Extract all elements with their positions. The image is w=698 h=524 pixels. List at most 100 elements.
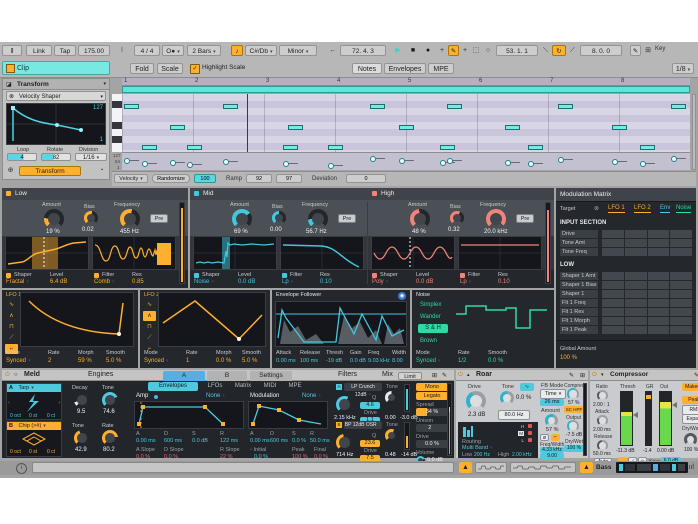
mod-peak[interactable]: 100 % bbox=[292, 454, 308, 460]
matrix-cell[interactable] bbox=[602, 299, 624, 307]
follow-icon[interactable]: ← bbox=[328, 45, 338, 56]
frequency-value[interactable]: 455 Hz bbox=[120, 229, 139, 235]
midi-note[interactable] bbox=[170, 125, 185, 130]
division-value[interactable]: 1/16 bbox=[75, 153, 107, 161]
res-value[interactable]: 0.10 bbox=[498, 279, 510, 285]
fb-amount-knob[interactable] bbox=[545, 414, 558, 427]
out-meter[interactable] bbox=[659, 391, 672, 446]
matrix-cell[interactable] bbox=[670, 248, 692, 256]
bias-knob[interactable] bbox=[272, 211, 286, 225]
midi-note[interactable] bbox=[505, 125, 520, 130]
width-value[interactable]: 8.00 bbox=[392, 358, 403, 364]
subtab-envelopes[interactable]: Envelopes bbox=[148, 382, 198, 391]
velocity-marker[interactable] bbox=[170, 160, 176, 166]
midi-note[interactable] bbox=[142, 145, 157, 150]
filter-a-freq-knob[interactable] bbox=[336, 396, 353, 413]
midi-note[interactable] bbox=[640, 145, 655, 150]
triangle-wave-icon[interactable]: ∧ bbox=[143, 311, 156, 321]
sine-wave-icon[interactable]: ∿ bbox=[143, 300, 156, 310]
triangle-wave-icon[interactable]: ∧ bbox=[5, 311, 18, 321]
loop-button[interactable]: ↻ bbox=[552, 45, 566, 56]
transform-apply-button[interactable]: Transform bbox=[19, 166, 81, 176]
transform-tool-selector[interactable]: ⊗ Velocity Shaper▾ bbox=[6, 91, 106, 101]
filter-display[interactable] bbox=[280, 236, 364, 270]
engine-a-knob1-value[interactable]: 9.5 bbox=[77, 409, 85, 415]
subtab-lfos[interactable]: LFOs bbox=[204, 382, 226, 391]
power-icon[interactable]: ⏻ bbox=[458, 372, 463, 379]
loop-value[interactable]: 4 bbox=[7, 153, 37, 161]
matrix-row-label[interactable]: Shaper 1 Bias bbox=[560, 281, 598, 289]
mod-sustain[interactable]: 0.0 % bbox=[292, 438, 306, 444]
engine-a-st[interactable]: 0 st bbox=[29, 413, 37, 419]
release-value[interactable]: 100 ms bbox=[300, 358, 318, 364]
velocity-marker[interactable] bbox=[505, 160, 511, 166]
velocity-marker[interactable] bbox=[328, 163, 334, 169]
smooth-value[interactable]: 0.0 % bbox=[488, 358, 503, 364]
noise-type-brown[interactable]: Brown bbox=[420, 338, 437, 344]
thresh-value[interactable]: -19 dB bbox=[326, 358, 342, 364]
engine-b-knob2[interactable] bbox=[102, 430, 118, 446]
punch-in-icon[interactable]: ⟍ bbox=[541, 45, 550, 56]
thresh-value[interactable]: -11.3 dB bbox=[616, 448, 635, 454]
mod-initial[interactable]: 0.0 % bbox=[254, 454, 268, 460]
amount-value[interactable]: 48 % bbox=[412, 229, 426, 235]
matrix-row-label[interactable]: Shaper 1 Level bbox=[560, 290, 598, 298]
filter-type-selector[interactable]: Lp bbox=[460, 279, 471, 285]
matrix-row-label[interactable]: Flt 1 Freq bbox=[560, 299, 598, 307]
draw-mode-button[interactable]: ✎ bbox=[448, 45, 459, 56]
frequency-value[interactable]: 56.7 Hz bbox=[306, 229, 327, 235]
listen-icon[interactable]: ◉ bbox=[398, 292, 406, 300]
amp-envelope-display[interactable] bbox=[134, 401, 244, 429]
midi-note[interactable] bbox=[612, 125, 627, 130]
midi-note[interactable] bbox=[223, 104, 238, 109]
midi-note[interactable] bbox=[283, 145, 298, 150]
amount-value[interactable]: 19 % bbox=[46, 229, 60, 235]
velocity-shaper-display[interactable]: 127 1 bbox=[6, 103, 106, 145]
unison-selector[interactable]: 2 bbox=[416, 424, 448, 432]
output-value[interactable]: -7.5 dB bbox=[566, 432, 582, 438]
limit-button[interactable]: Limit bbox=[398, 372, 422, 380]
bias-knob[interactable] bbox=[450, 211, 464, 225]
noise-display[interactable] bbox=[454, 298, 550, 347]
velocity-marker[interactable] bbox=[528, 161, 534, 167]
source-lfo1[interactable]: LFO 1 bbox=[608, 205, 625, 213]
fb-filter-button[interactable]: ⌐ bbox=[551, 434, 560, 441]
subtab-matrix[interactable]: Matrix bbox=[230, 382, 256, 391]
frequency-knob[interactable] bbox=[308, 209, 328, 229]
key-map-button[interactable]: Key bbox=[655, 46, 665, 52]
out-value[interactable]: 0.00 dB bbox=[657, 448, 674, 454]
frequency-knob[interactable] bbox=[120, 209, 140, 229]
edit-icon[interactable]: ✎ bbox=[569, 372, 574, 379]
rotate-value[interactable]: 82 bbox=[41, 153, 71, 161]
tone-freq-value[interactable]: 80.0 Hz bbox=[498, 410, 530, 420]
arrangement-position-field[interactable]: 72. 4. 3 bbox=[340, 45, 386, 56]
amount-knob[interactable] bbox=[410, 209, 430, 229]
engine-b-ct[interactable]: 0 ct bbox=[47, 449, 55, 455]
loop-start-field[interactable]: 53. 1. 1 bbox=[496, 45, 538, 56]
matrix-cell[interactable] bbox=[670, 299, 692, 307]
sc-hpf-button[interactable]: SC HPF bbox=[564, 406, 584, 413]
release-knob[interactable] bbox=[597, 440, 608, 451]
peak-mode-button[interactable]: Peak bbox=[682, 396, 698, 404]
clip-preview-1[interactable] bbox=[475, 462, 507, 473]
amp-d-slope[interactable]: 0.0 % bbox=[164, 454, 178, 460]
tempo-field[interactable]: 175.00 bbox=[78, 45, 110, 56]
amp-r-slope[interactable]: 22 % bbox=[220, 454, 233, 460]
velocity-marker[interactable] bbox=[399, 158, 405, 164]
rate-value[interactable]: 1/2 bbox=[458, 358, 466, 364]
stop-button[interactable]: ■ bbox=[407, 45, 419, 56]
matrix-cell[interactable] bbox=[602, 239, 624, 247]
amp-mod-selector[interactable]: None bbox=[206, 393, 225, 399]
hot-swap-warning-button[interactable]: ▲ bbox=[580, 462, 593, 473]
band-low-enable-checkbox[interactable] bbox=[6, 191, 11, 196]
matrix-cell[interactable] bbox=[602, 272, 624, 280]
note-area[interactable] bbox=[122, 94, 690, 152]
level-value[interactable]: 0.0 dB bbox=[416, 279, 433, 285]
attack-value[interactable]: 0.00 ms bbox=[276, 358, 296, 364]
rate-value[interactable]: 1 bbox=[186, 358, 189, 364]
square-wave-icon[interactable]: ⊓ bbox=[143, 322, 156, 332]
play-button[interactable]: ▶ bbox=[392, 45, 404, 56]
fb-amount-value[interactable]: 57 % bbox=[546, 427, 559, 433]
next-variant-icon[interactable]: › bbox=[58, 400, 60, 406]
view-options-button[interactable]: ⦀ bbox=[2, 45, 22, 56]
